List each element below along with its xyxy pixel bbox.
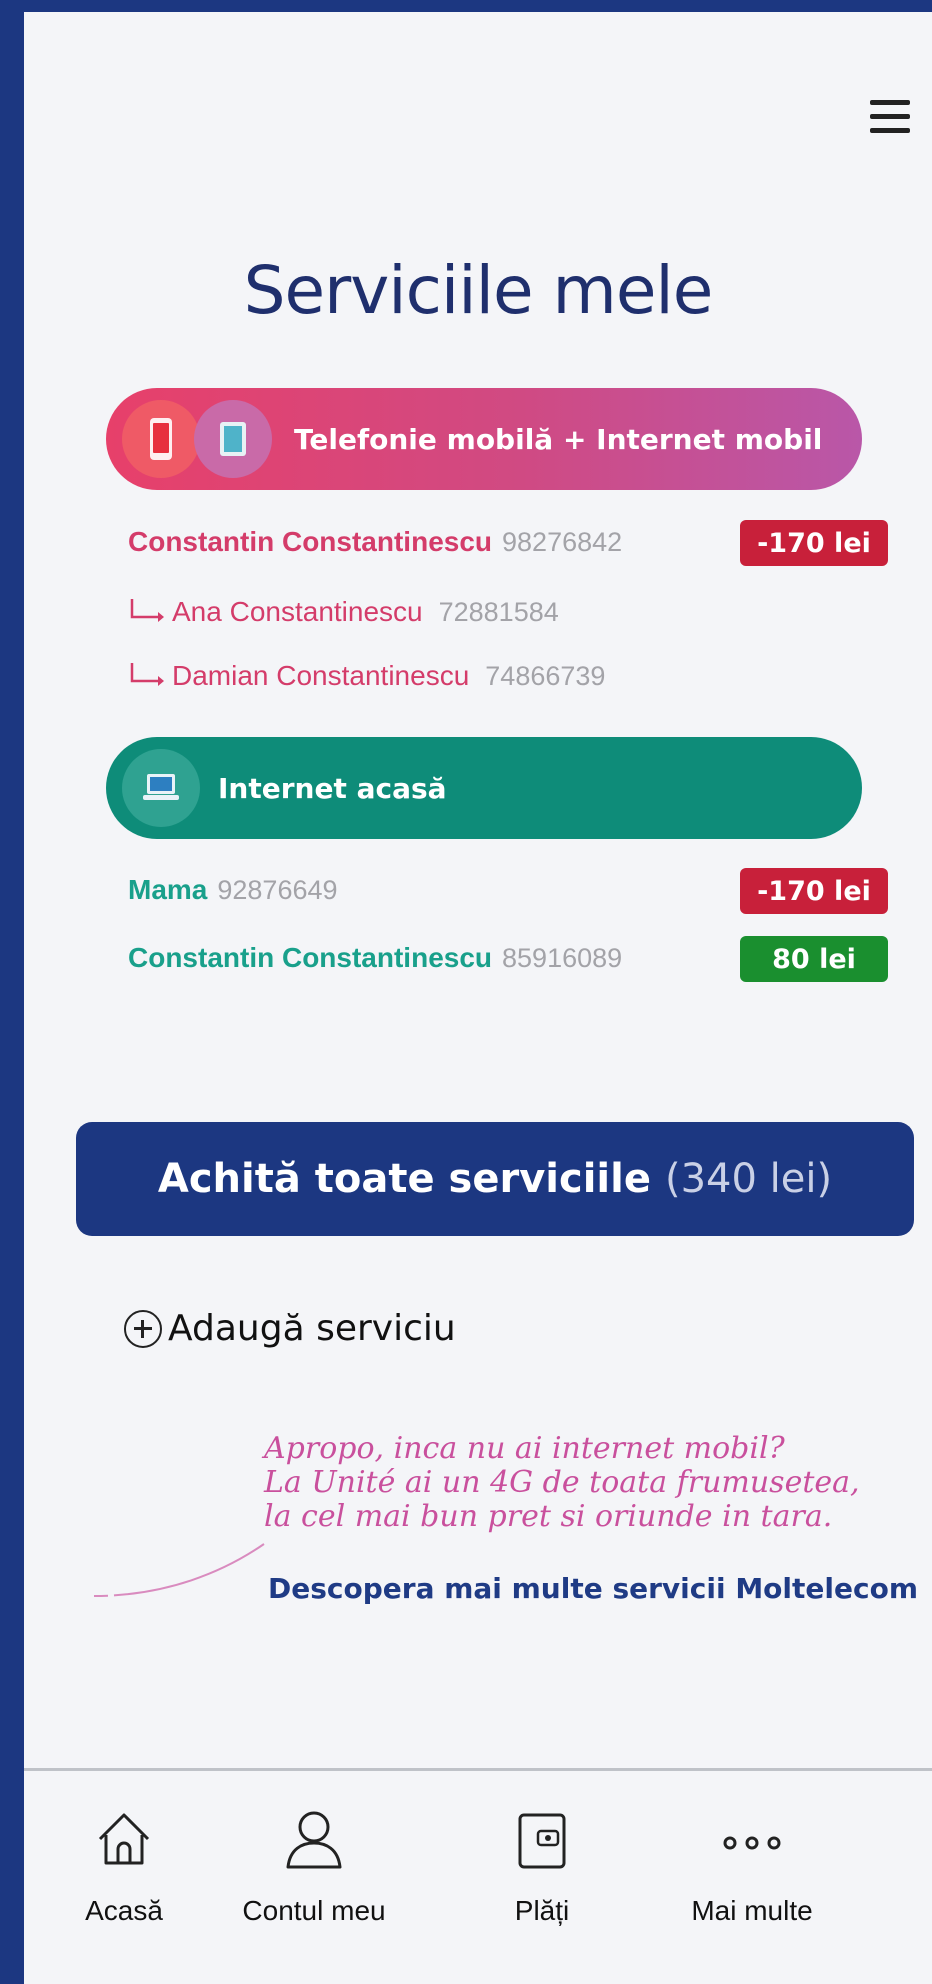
nav-item-home[interactable]: Acasă: [24, 1809, 224, 1927]
promo-line: la cel mai bun pret si oriunde in tara.: [264, 1499, 833, 1534]
account-number: 92876649: [217, 874, 338, 905]
nav-label: Mai multe: [691, 1895, 813, 1926]
phone-icon: [122, 400, 200, 478]
account-name: Mama: [128, 874, 208, 905]
account-number: 98276842: [502, 526, 623, 557]
nav-item-account[interactable]: Contul meu: [214, 1809, 414, 1927]
add-service-button[interactable]: Adaugă serviciu: [124, 1308, 456, 1349]
promo-line: Apropo, inca nu ai internet mobil?: [264, 1431, 785, 1466]
nav-item-payments[interactable]: Plăți: [442, 1809, 642, 1927]
nav-label: Acasă: [85, 1895, 163, 1926]
account-name: Damian Constantinescu: [172, 660, 470, 691]
plus-circle-icon: [124, 1309, 162, 1348]
tablet-icon: [194, 400, 272, 478]
bottom-nav: Acasă Contul meu Plăți Mai multe: [24, 1768, 932, 1984]
account-number: 85916089: [502, 942, 623, 973]
device-frame: [0, 0, 932, 12]
mobile-services-header[interactable]: Telefonie mobilă + Internet mobil: [106, 388, 862, 490]
promo-decoration-curve: [93, 1543, 265, 1597]
page-title: Serviciile mele: [243, 252, 714, 329]
nav-label: Plăți: [514, 1895, 570, 1926]
mobile-services-label: Telefonie mobilă + Internet mobil: [294, 422, 823, 456]
account-row[interactable]: Mama 92876649 -170 lei: [128, 866, 888, 914]
pay-all-amount: (340 lei): [664, 1156, 833, 1202]
account-number: 74866739: [485, 660, 606, 691]
laptop-icon: [122, 749, 200, 827]
wallet-icon: [518, 1813, 566, 1869]
app-screen: Serviciile mele Telefonie mobilă + Inter…: [24, 12, 932, 1984]
balance-badge: 80 lei: [740, 936, 888, 982]
sub-account-arrow-icon: [130, 599, 164, 622]
sub-account-arrow-icon: [130, 663, 164, 686]
home-icon: [98, 1813, 150, 1865]
balance-badge: -170 lei: [740, 520, 888, 566]
account-name: Constantin Constantinescu: [128, 942, 493, 973]
pay-all-label: Achită toate serviciile: [157, 1156, 651, 1202]
nav-label: Contul meu: [242, 1895, 386, 1926]
hamburger-menu-icon[interactable]: [870, 100, 910, 134]
account-row[interactable]: Constantin Constantinescu 85916089 80 le…: [128, 934, 888, 982]
promo-line: La Unité ai un 4G de toata frumusetea,: [264, 1465, 860, 1500]
pay-all-button[interactable]: Achită toate serviciile (340 lei): [76, 1122, 914, 1236]
sub-account-row[interactable]: Damian Constantinescu 74866739: [128, 652, 888, 700]
home-internet-header[interactable]: Internet acasă: [106, 737, 862, 839]
account-number: 72881584: [438, 596, 559, 627]
more-services-link[interactable]: Descopera mai multe servicii Moltelecom: [268, 1572, 918, 1605]
add-service-label: Adaugă serviciu: [168, 1308, 456, 1349]
home-internet-label: Internet acasă: [218, 771, 447, 805]
sub-account-row[interactable]: Ana Constantinescu 72881584: [128, 588, 888, 636]
promo-text: Apropo, inca nu ai internet mobil? La Un…: [264, 1432, 924, 1534]
account-row[interactable]: Constantin Constantinescu 98276842 -170 …: [128, 518, 888, 566]
account-name: Ana Constantinescu: [172, 596, 423, 627]
balance-badge: -170 lei: [740, 868, 888, 914]
account-name: Constantin Constantinescu: [128, 526, 493, 557]
nav-item-more[interactable]: Mai multe: [652, 1809, 852, 1927]
more-dots-icon: [723, 1836, 781, 1850]
user-icon: [286, 1811, 342, 1869]
